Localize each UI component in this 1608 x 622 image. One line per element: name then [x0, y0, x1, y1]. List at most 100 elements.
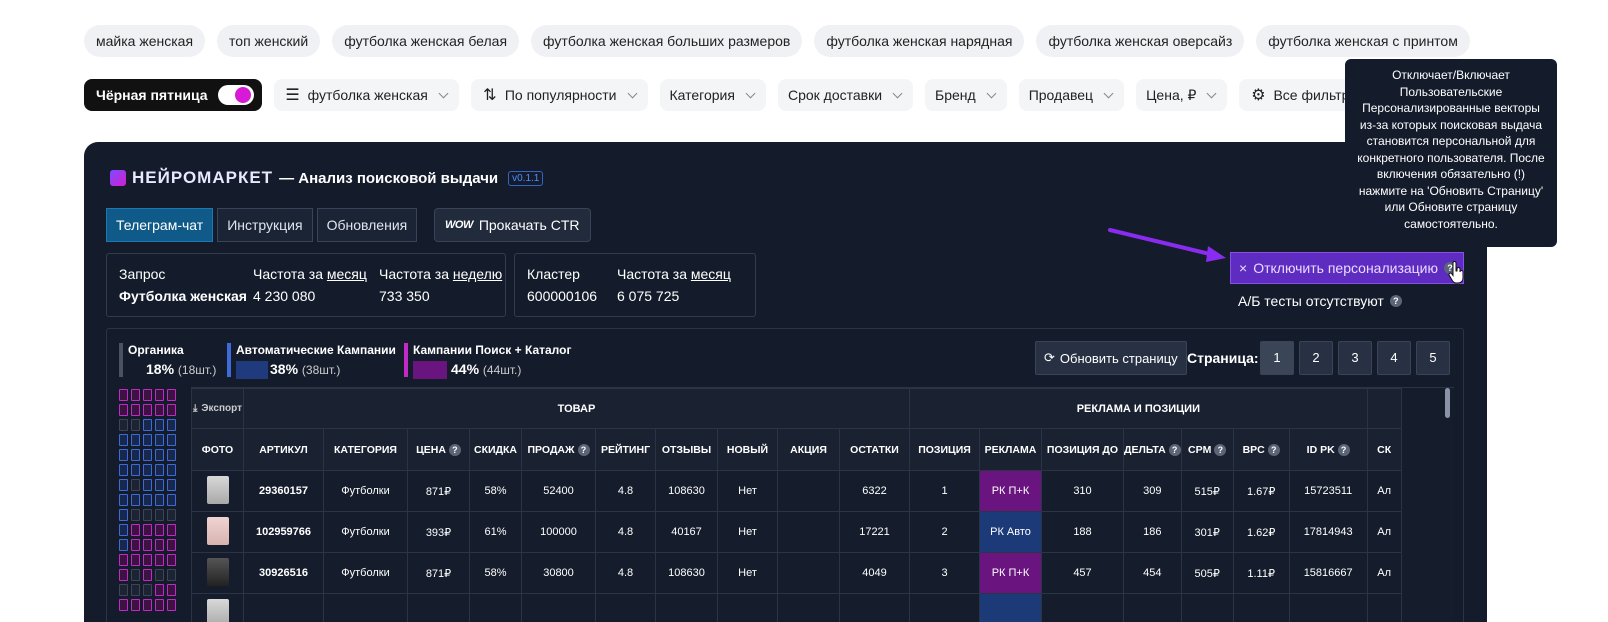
position-cell[interactable] — [143, 419, 152, 431]
position-cell[interactable] — [143, 404, 152, 416]
position-cell[interactable] — [131, 479, 140, 491]
position-cell[interactable] — [131, 554, 140, 566]
search-chip[interactable]: футболка женская нарядная — [814, 25, 1025, 57]
position-cell[interactable] — [155, 479, 164, 491]
freq-month-link[interactable]: месяц — [327, 266, 367, 282]
position-cell[interactable] — [155, 434, 164, 446]
position-cell[interactable] — [167, 524, 176, 536]
search-chip[interactable]: футболка женская белая — [332, 25, 520, 57]
position-cell[interactable] — [131, 584, 140, 596]
position-cell[interactable] — [131, 524, 140, 536]
position-cell[interactable] — [131, 464, 140, 476]
position-cell[interactable] — [131, 404, 140, 416]
position-cell[interactable] — [143, 524, 152, 536]
position-cell[interactable] — [155, 404, 164, 416]
position-cell[interactable] — [131, 419, 140, 431]
table-row[interactable]: 102959766 Футболки 393₽ 61% 100000 4.8 40167 Не… — [191, 511, 1402, 553]
help-icon[interactable]: ? — [577, 443, 590, 456]
position-cell[interactable] — [119, 509, 128, 521]
search-chip[interactable]: топ женский — [217, 25, 321, 57]
position-cell[interactable] — [131, 509, 140, 521]
position-cell[interactable] — [131, 599, 140, 611]
position-cell[interactable] — [131, 539, 140, 551]
position-cell[interactable] — [167, 599, 176, 611]
table-row[interactable] — [191, 593, 1402, 622]
position-cell[interactable] — [167, 569, 176, 581]
position-cell[interactable] — [119, 479, 128, 491]
position-cell[interactable] — [155, 389, 164, 401]
product-thumbnail[interactable] — [206, 516, 229, 545]
black-friday-toggle[interactable]: Чёрная пятница — [84, 79, 262, 111]
photo-cell[interactable] — [191, 470, 244, 512]
product-thumbnail[interactable] — [206, 557, 229, 586]
position-cell[interactable] — [119, 584, 128, 596]
position-cell[interactable] — [155, 584, 164, 596]
page-1-button[interactable]: 1 — [1260, 341, 1294, 375]
product-thumbnail[interactable] — [206, 598, 229, 622]
help-icon[interactable]: ? — [1168, 443, 1181, 456]
position-cell[interactable] — [155, 599, 164, 611]
position-cell[interactable] — [143, 554, 152, 566]
position-cell[interactable] — [143, 464, 152, 476]
table-scrollbar[interactable] — [1445, 388, 1450, 418]
position-cell[interactable] — [155, 494, 164, 506]
seller-filter[interactable]: Продавец — [1018, 79, 1125, 111]
help-icon[interactable]: ? — [1337, 443, 1350, 456]
position-cell[interactable] — [119, 464, 128, 476]
sort-filter[interactable]: ⇅ По популярности — [470, 79, 648, 111]
cell-article[interactable]: 102959766 — [243, 511, 324, 553]
boost-ctr-button[interactable]: WOW Прокачать CTR — [434, 208, 591, 242]
position-cell[interactable] — [131, 434, 140, 446]
position-cell[interactable] — [143, 494, 152, 506]
position-cell[interactable] — [155, 449, 164, 461]
position-cell[interactable] — [155, 569, 164, 581]
position-cell[interactable] — [143, 449, 152, 461]
category-filter[interactable]: Категория — [659, 79, 766, 111]
position-cell[interactable] — [119, 494, 128, 506]
help-icon[interactable]: ? — [1214, 443, 1227, 456]
telegram-chat-button[interactable]: Телеграм-чат — [106, 208, 214, 242]
position-cell[interactable] — [143, 434, 152, 446]
position-cell[interactable] — [143, 539, 152, 551]
delivery-filter[interactable]: Срок доставки — [777, 79, 914, 111]
position-cell[interactable] — [119, 389, 128, 401]
price-filter[interactable]: Цена, ₽ — [1136, 79, 1228, 111]
position-cell[interactable] — [119, 569, 128, 581]
disable-personalization-button[interactable]: × Отключить персонализацию ? — [1230, 252, 1464, 284]
position-cell[interactable] — [167, 479, 176, 491]
position-cell[interactable] — [167, 464, 176, 476]
position-cell[interactable] — [167, 404, 176, 416]
position-cell[interactable] — [155, 509, 164, 521]
position-cell[interactable] — [143, 599, 152, 611]
search-chip[interactable]: футболка женская оверсайз — [1036, 25, 1245, 57]
help-icon[interactable]: ? — [1389, 295, 1402, 307]
help-icon[interactable]: ? — [1267, 443, 1280, 456]
position-cell[interactable] — [155, 524, 164, 536]
position-cell[interactable] — [167, 539, 176, 551]
position-cell[interactable] — [119, 449, 128, 461]
position-cell[interactable] — [131, 389, 140, 401]
search-chip[interactable]: футболка женская больших размеров — [531, 25, 803, 57]
position-cell[interactable] — [143, 569, 152, 581]
position-cell[interactable] — [119, 539, 128, 551]
search-chip[interactable]: футболка женская с принтом — [1256, 25, 1470, 57]
cell-article[interactable]: 29360157 — [243, 470, 324, 512]
photo-cell[interactable] — [191, 552, 244, 594]
help-icon[interactable]: ? — [448, 443, 461, 456]
table-row[interactable]: 30926516 Футболки 871₽ 58% 30800 4.8 108630 Нет… — [191, 552, 1402, 594]
query-filter[interactable]: ☰ футболка женская — [273, 79, 459, 111]
position-cell[interactable] — [155, 464, 164, 476]
refresh-page-button[interactable]: ⟳ Обновить страницу — [1035, 341, 1187, 375]
position-cell[interactable] — [167, 494, 176, 506]
position-cell[interactable] — [119, 434, 128, 446]
cluster-freq-month-link[interactable]: месяц — [691, 266, 731, 282]
position-cell[interactable] — [155, 539, 164, 551]
position-cell[interactable] — [131, 449, 140, 461]
position-cell[interactable] — [131, 494, 140, 506]
photo-cell[interactable] — [191, 511, 244, 553]
page-3-button[interactable]: 3 — [1338, 341, 1372, 375]
table-row[interactable]: 29360157 Футболки 871₽ 58% 52400 4.8 108630 Нет… — [191, 470, 1402, 512]
page-2-button[interactable]: 2 — [1299, 341, 1333, 375]
position-cell[interactable] — [119, 419, 128, 431]
position-cell[interactable] — [143, 509, 152, 521]
